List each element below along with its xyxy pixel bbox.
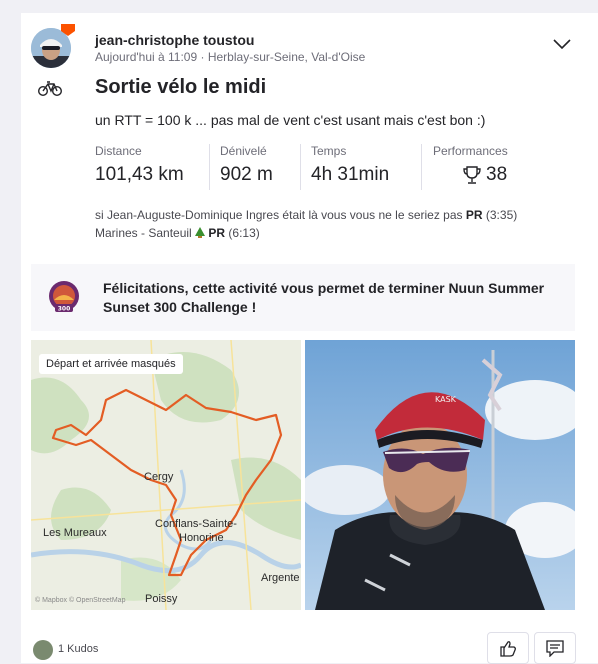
route-map[interactable]: Départ et arrivée masqués Cergy Les Mure… <box>31 340 301 610</box>
trophy-icon <box>463 166 481 184</box>
selfie-image: KASK <box>305 340 575 610</box>
stat-divider <box>209 144 210 190</box>
map-label-les-mureaux: Les Mureaux <box>43 527 107 539</box>
badge-number: 300 <box>58 306 71 313</box>
segment-time: (3:35) <box>485 208 518 222</box>
stat-performance: Performances 38 <box>433 144 523 190</box>
kudos-avatar[interactable] <box>33 640 53 660</box>
stat-elevation-value: 902 m <box>220 164 273 185</box>
activity-location: Herblay-sur-Seine, Val-d'Oise <box>207 50 366 64</box>
map-label-conflans: Conflans-Sainte- <box>155 518 237 530</box>
activity-description: un RTT = 100 k ... pas mal de vent c'est… <box>95 112 486 128</box>
athlete-name[interactable]: jean-christophe toustou <box>95 32 254 48</box>
kudos-button[interactable] <box>487 632 529 664</box>
comment-icon <box>546 640 564 657</box>
stat-elevation-label: Dénivelé <box>220 144 267 158</box>
segment-pr: PR <box>465 208 483 222</box>
comment-button[interactable] <box>534 632 576 664</box>
challenge-banner[interactable]: 300 Félicitations, cette activité vous p… <box>31 264 575 331</box>
meta-separator: · <box>200 50 205 64</box>
challenge-text: Félicitations, cette activité vous perme… <box>103 280 545 315</box>
activity-title[interactable]: Sortie vélo le midi <box>95 76 266 99</box>
subscriber-badge-icon <box>61 24 75 36</box>
map-label-cergy: Cergy <box>144 471 174 483</box>
segment-name: si Jean-Auguste-Dominique Ingres était l… <box>95 208 463 222</box>
challenge-badge-icon: 300 <box>49 281 79 313</box>
map-label-argenteuil: Argente <box>261 572 300 584</box>
stat-time: Temps 4h 31min <box>311 144 421 190</box>
activity-meta: Aujourd'hui à 11:09 · Herblay-sur-Seine,… <box>95 50 365 64</box>
segment-row[interactable]: Marines - Santeuil PR (6:13) <box>95 226 260 240</box>
stat-distance: Distance 101,43 km <box>95 144 205 190</box>
stat-divider <box>300 144 301 190</box>
helmet-brand: KASK <box>435 395 457 404</box>
stat-performance-value-wrap: 38 <box>433 164 523 186</box>
segment-time: (6:13) <box>228 226 260 240</box>
pr-medal-icon <box>195 227 206 238</box>
stat-performance-value: 38 <box>486 164 508 185</box>
map-copyright: © Mapbox © OpenStreetMap <box>35 597 126 604</box>
stat-time-value: 4h 31min <box>311 164 390 185</box>
stat-divider <box>421 144 422 190</box>
activity-time: Aujourd'hui à 11:09 <box>95 50 198 64</box>
map-label-conflans-2: Honorine <box>179 532 224 544</box>
segment-pr: PR <box>208 226 226 240</box>
kudos-count[interactable]: 1 Kudos <box>58 643 98 655</box>
chevron-down-icon[interactable] <box>551 37 573 51</box>
stat-elevation: Dénivelé 902 m <box>220 144 300 190</box>
bike-icon <box>38 81 62 96</box>
activity-card: jean-christophe toustou Aujourd'hui à 11… <box>21 13 598 664</box>
stat-performance-label: Performances <box>433 144 508 158</box>
activity-photo[interactable]: KASK <box>305 340 575 610</box>
stat-time-label: Temps <box>311 144 347 158</box>
map-label-poissy: Poissy <box>145 593 178 605</box>
segment-row[interactable]: si Jean-Auguste-Dominique Ingres était l… <box>95 208 517 222</box>
stat-distance-label: Distance <box>95 144 142 158</box>
segment-name: Marines - Santeuil <box>95 226 192 240</box>
privacy-chip: Départ et arrivée masqués <box>39 354 183 374</box>
thumbs-up-icon <box>500 641 516 657</box>
stat-distance-value: 101,43 km <box>95 164 184 185</box>
